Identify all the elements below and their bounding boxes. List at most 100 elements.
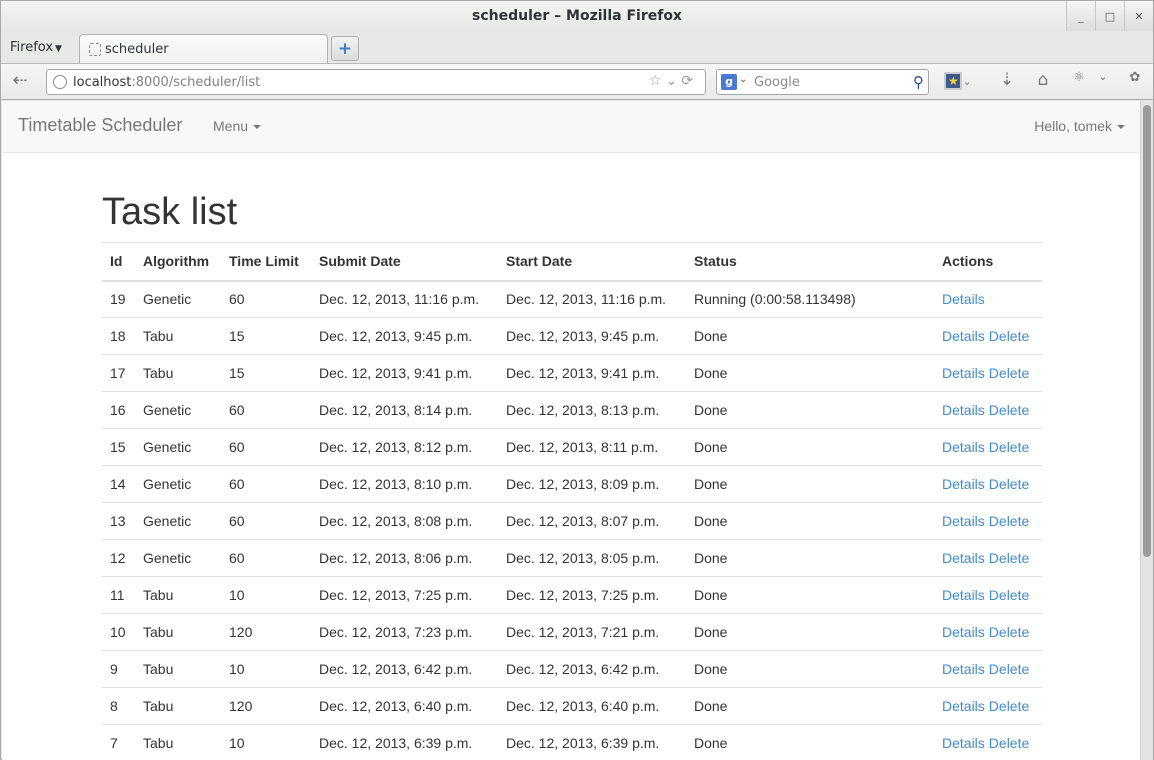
cell-actions: Details Delete — [934, 502, 1042, 540]
cell-actions: Details Delete — [934, 687, 1042, 725]
cell-algorithm: Tabu — [135, 687, 221, 725]
cell-id: 8 — [102, 687, 135, 725]
scrollbar-thumb[interactable] — [1143, 105, 1151, 557]
cell-time-limit: 60 — [221, 280, 311, 318]
plus-icon: + — [337, 38, 353, 59]
cell-algorithm: Tabu — [135, 317, 221, 355]
details-link[interactable]: Details — [942, 513, 985, 529]
chevron-down-icon[interactable]: ⌄ — [1095, 70, 1111, 94]
firefox-menu-label: Firefox — [10, 40, 54, 55]
delete-link[interactable]: Delete — [989, 365, 1029, 381]
cell-status: Done — [686, 428, 934, 466]
cell-algorithm: Tabu — [135, 724, 221, 760]
menu-dropdown[interactable]: Menu — [213, 118, 262, 134]
cell-submit-date: Dec. 12, 2013, 6:42 p.m. — [311, 650, 498, 688]
firefox-menu-button[interactable]: Firefox ▼ — [10, 40, 62, 55]
cell-status: Done — [686, 687, 934, 725]
google-icon[interactable]: g — [721, 74, 737, 90]
extension-icon[interactable]: ⚛ — [1067, 70, 1091, 94]
new-tab-button[interactable]: + — [331, 36, 359, 61]
addon-icon[interactable]: ✿ — [1123, 70, 1147, 94]
details-link[interactable]: Details — [942, 550, 985, 566]
page-viewport: Timetable Scheduler Menu Hello, tomek Ta… — [2, 101, 1140, 760]
vertical-scrollbar[interactable] — [1140, 101, 1153, 760]
caret-down-icon — [253, 125, 262, 130]
table-row: 15 Genetic 60 Dec. 12, 2013, 8:12 p.m. Dec. … — [102, 428, 1042, 466]
details-link[interactable]: Details — [942, 661, 985, 677]
cell-id: 12 — [102, 539, 135, 577]
cell-algorithm: Genetic — [135, 465, 221, 503]
browser-window: scheduler – Mozilla Firefox _ □ ✕ Firefo… — [0, 0, 1154, 760]
search-icon[interactable]: ⚲ — [913, 73, 924, 91]
cell-algorithm: Tabu — [135, 613, 221, 651]
app-brand[interactable]: Timetable Scheduler — [18, 115, 182, 136]
cell-start-date: Dec. 12, 2013, 7:25 p.m. — [498, 576, 686, 614]
cell-actions: Details Delete — [934, 391, 1042, 429]
minimize-icon[interactable]: _ — [1066, 1, 1095, 31]
details-link[interactable]: Details — [942, 587, 985, 603]
app-navbar: Timetable Scheduler Menu Hello, tomek — [2, 101, 1140, 153]
table-row: 8 Tabu 120 Dec. 12, 2013, 6:40 p.m. Dec. 12,… — [102, 687, 1042, 725]
cell-time-limit: 60 — [221, 428, 311, 466]
cell-actions: Details Delete — [934, 539, 1042, 577]
cell-status: Done — [686, 539, 934, 577]
delete-link[interactable]: Delete — [989, 698, 1029, 714]
cell-id: 18 — [102, 317, 135, 355]
details-link[interactable]: Details — [942, 328, 985, 344]
user-dropdown[interactable]: Hello, tomek — [1034, 118, 1125, 134]
cell-submit-date: Dec. 12, 2013, 9:41 p.m. — [311, 354, 498, 392]
cell-submit-date: Dec. 12, 2013, 9:45 p.m. — [311, 317, 498, 355]
delete-link[interactable]: Delete — [989, 476, 1029, 492]
cell-status: Done — [686, 650, 934, 688]
cell-time-limit: 15 — [221, 317, 311, 355]
details-link[interactable]: Details — [942, 735, 985, 751]
details-link[interactable]: Details — [942, 624, 985, 640]
table-row: 13 Genetic 60 Dec. 12, 2013, 8:08 p.m. Dec. … — [102, 502, 1042, 540]
cell-actions: Details Delete — [934, 354, 1042, 392]
url-bar[interactable]: localhost:8000/scheduler/list ☆⌄⟳ — [46, 69, 706, 95]
chevron-down-icon[interactable]: ⌄ — [739, 74, 747, 85]
table-row: 11 Tabu 10 Dec. 12, 2013, 7:25 p.m. Dec. 12,… — [102, 576, 1042, 614]
cell-algorithm: Genetic — [135, 502, 221, 540]
cell-algorithm: Tabu — [135, 576, 221, 614]
cell-start-date: Dec. 12, 2013, 6:39 p.m. — [498, 724, 686, 760]
cell-start-date: Dec. 12, 2013, 8:13 p.m. — [498, 391, 686, 429]
delete-link[interactable]: Delete — [989, 439, 1029, 455]
back-arrow-icon[interactable]: ⇠ — [7, 70, 33, 94]
cell-actions: Details Delete — [934, 576, 1042, 614]
details-link[interactable]: Details — [942, 476, 985, 492]
delete-link[interactable]: Delete — [989, 328, 1029, 344]
cell-start-date: Dec. 12, 2013, 8:09 p.m. — [498, 465, 686, 503]
browser-tab[interactable]: scheduler — [79, 34, 328, 63]
details-link[interactable]: Details — [942, 698, 985, 714]
table-row: 19 Genetic 60 Dec. 12, 2013, 11:16 p.m. Dec.… — [102, 280, 1042, 318]
delete-link[interactable]: Delete — [989, 587, 1029, 603]
cell-submit-date: Dec. 12, 2013, 11:16 p.m. — [311, 280, 498, 318]
maximize-icon[interactable]: □ — [1095, 1, 1124, 31]
cell-actions: Details Delete — [934, 613, 1042, 651]
delete-link[interactable]: Delete — [989, 513, 1029, 529]
delete-link[interactable]: Delete — [989, 624, 1029, 640]
delete-link[interactable]: Delete — [989, 550, 1029, 566]
close-icon[interactable]: ✕ — [1124, 1, 1153, 31]
delete-link[interactable]: Delete — [989, 402, 1029, 418]
cell-start-date: Dec. 12, 2013, 7:21 p.m. — [498, 613, 686, 651]
home-icon[interactable]: ⌂ — [1031, 70, 1055, 94]
download-icon[interactable]: ⇣ — [995, 70, 1019, 94]
chevron-down-icon: ▼ — [55, 44, 62, 54]
details-link[interactable]: Details — [942, 291, 985, 307]
details-link[interactable]: Details — [942, 365, 985, 381]
delete-link[interactable]: Delete — [989, 735, 1029, 751]
bookmark-star-icon[interactable]: ☆⌄⟳ — [649, 73, 697, 89]
table-row: 12 Genetic 60 Dec. 12, 2013, 8:06 p.m. Dec. … — [102, 539, 1042, 577]
globe-icon — [53, 75, 67, 89]
column-header-actions: Actions — [934, 242, 1042, 282]
details-link[interactable]: Details — [942, 439, 985, 455]
search-bar[interactable]: g ⌄ Google ⚲ — [716, 69, 929, 95]
cell-id: 15 — [102, 428, 135, 466]
cell-id: 10 — [102, 613, 135, 651]
bookmarks-icon[interactable]: ★ ⌄ — [941, 70, 975, 94]
delete-link[interactable]: Delete — [989, 661, 1029, 677]
cell-id: 7 — [102, 724, 135, 760]
details-link[interactable]: Details — [942, 402, 985, 418]
